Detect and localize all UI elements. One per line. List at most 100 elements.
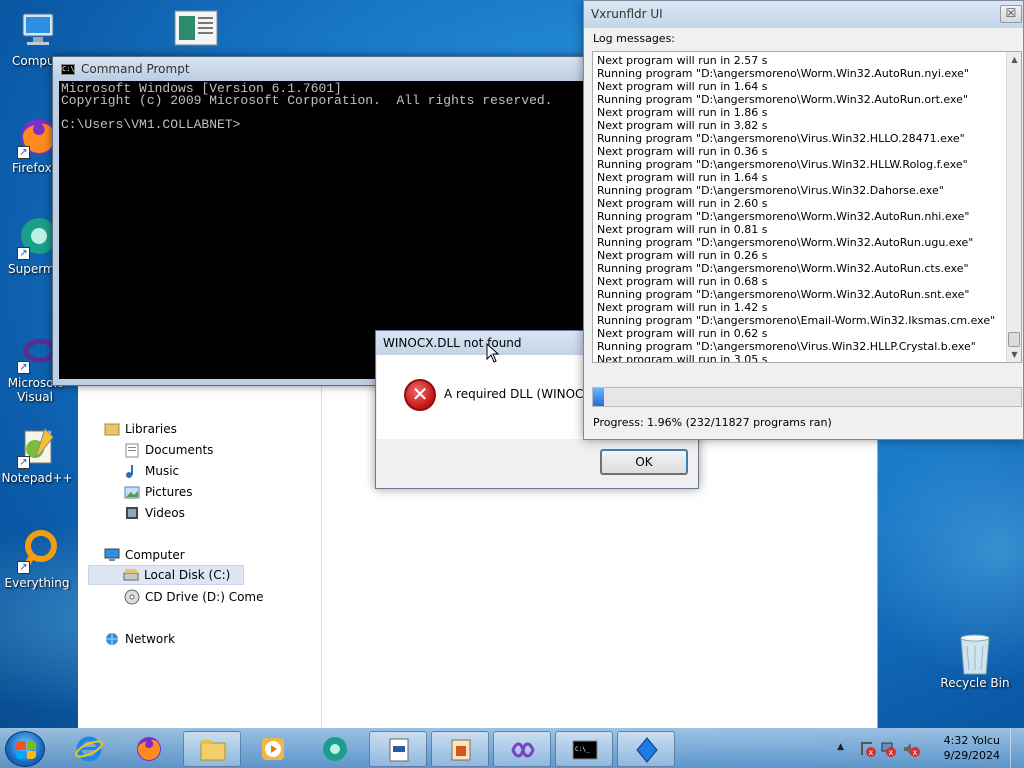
log-line: Running program "D:\angersmoreno\Worm.Wi… (597, 262, 969, 275)
desktop-icon-document[interactable] (174, 10, 218, 56)
desktop-icon-label: Recycle Bin (940, 676, 1010, 690)
nav-item-label: Music (145, 464, 180, 478)
scroll-thumb[interactable] (1008, 332, 1020, 347)
start-button[interactable] (5, 731, 45, 767)
everything-icon: ↗ (15, 530, 59, 574)
vxrunfldr-icon (636, 737, 658, 763)
libraries-icon (104, 421, 120, 437)
svg-text:x: x (913, 748, 918, 757)
log-line: Running program "D:\angersmoreno\Worm.Wi… (597, 93, 969, 106)
log-line: Next program will run in 3.82 s (597, 119, 768, 132)
nav-item-label: Documents (145, 443, 214, 457)
nav-item-network[interactable]: Network (104, 629, 175, 649)
command-prompt-icon: C:\_ (572, 740, 598, 760)
nav-item-label: Pictures (145, 485, 193, 499)
vxrunfldr-titlebar[interactable]: Vxrunfldr UI ☒ (584, 1, 1023, 28)
windows-logo-icon (16, 741, 36, 759)
nav-item-libraries[interactable]: Libraries (104, 419, 177, 439)
log-line: Running program "D:\angersmoreno\Worm.Wi… (597, 210, 970, 223)
nav-item-videos[interactable]: Videos (124, 503, 185, 523)
network-status-icon[interactable]: x (880, 741, 896, 757)
mouse-cursor-icon (486, 343, 500, 363)
taskbar-firefox[interactable] (120, 731, 178, 767)
hard-drive-icon (123, 567, 139, 583)
network-icon (104, 631, 120, 647)
documents-icon (124, 442, 140, 458)
svg-text:C:\_: C:\_ (575, 746, 590, 753)
log-scrollbar[interactable]: ▲ ▼ (1006, 52, 1021, 362)
log-line: Running program "D:\angersmoreno\Worm.Wi… (597, 236, 974, 249)
log-line: Running program "D:\angersmoreno\Worm.Wi… (597, 288, 970, 301)
vxrunfldr-window[interactable]: Vxrunfldr UI ☒ Log messages: Next progra… (583, 0, 1024, 440)
clock-time: 4:32 Yolcu (943, 734, 1000, 747)
log-line: Next program will run in 2.57 s (597, 54, 768, 67)
nav-item-documents[interactable]: Documents (124, 440, 213, 460)
nav-item-label: Computer (125, 548, 185, 562)
explorer-navigation-pane: Libraries Documents Music Pictures Video… (86, 385, 322, 728)
document-viewer-icon (389, 738, 409, 762)
error-icon: ✕ (404, 379, 436, 411)
taskbar-archive-tool[interactable] (431, 731, 489, 767)
taskbar-document-viewer[interactable] (369, 731, 427, 767)
taskbar-command-prompt[interactable]: C:\_ (555, 731, 613, 767)
action-center-icon[interactable]: x (860, 741, 876, 757)
taskbar-file-explorer[interactable] (183, 731, 241, 767)
log-line: Next program will run in 1.42 s (597, 301, 768, 314)
folder-icon (200, 740, 226, 761)
progress-fill (593, 388, 604, 406)
computer-icon (104, 547, 120, 563)
scroll-up-icon[interactable]: ▲ (1007, 52, 1021, 67)
computer-icon (15, 8, 59, 52)
log-line: Next program will run in 1.86 s (597, 106, 768, 119)
volume-muted-icon[interactable]: x (902, 741, 920, 757)
desktop-icon-label: Notepad++ (1, 471, 73, 485)
log-line: Next program will run in 0.81 s (597, 223, 768, 236)
taskbar-clock[interactable]: 4:32 Yolcu 9/29/2024 (944, 733, 1000, 763)
ok-button[interactable]: OK (600, 449, 688, 475)
log-line: Running program "D:\angersmoreno\Email-W… (597, 314, 996, 327)
document-icon (174, 10, 218, 54)
log-line: Next program will run in 0.36 s (597, 145, 768, 158)
command-prompt-titlebar[interactable]: C:\ Command Prompt (53, 57, 611, 81)
log-line: Next program will run in 1.64 s (597, 171, 768, 184)
close-button[interactable]: ☒ (1000, 5, 1022, 23)
svg-text:x: x (869, 748, 874, 757)
nav-item-cd-drive[interactable]: CD Drive (D:) Come (124, 587, 264, 607)
taskbar-visual-studio[interactable] (493, 731, 551, 767)
desktop-icon-notepad-plus-plus[interactable]: ↗ Notepad++ (0, 425, 74, 485)
shortcut-arrow-icon: ↗ (17, 146, 30, 159)
nav-item-computer[interactable]: Computer (104, 545, 185, 565)
nav-item-label: Libraries (125, 422, 177, 436)
taskbar-vxrunfldr[interactable] (617, 731, 675, 767)
desktop-icon-recycle-bin[interactable]: Recycle Bin (938, 630, 1012, 690)
visual-studio-icon (511, 742, 535, 758)
nav-item-label: Videos (145, 506, 185, 520)
supermium-icon (323, 737, 347, 761)
log-line: Running program "D:\angersmoreno\Virus.W… (597, 158, 968, 171)
firefox-icon (137, 737, 161, 761)
nav-item-local-disk[interactable]: Local Disk (C:) (88, 565, 244, 585)
shortcut-arrow-icon: ↗ (17, 456, 30, 469)
taskbar-supermium[interactable] (306, 731, 364, 767)
desktop-icon-label: Supermium (8, 262, 58, 276)
window-title: Vxrunfldr UI (591, 7, 663, 21)
log-line: Running program "D:\angersmoreno\Virus.W… (597, 184, 944, 197)
log-line: Running program "D:\angersmoreno\Virus.W… (597, 132, 965, 145)
nav-item-pictures[interactable]: Pictures (124, 482, 193, 502)
console-prompt: C:\Users\VM1.COLLABNET> (61, 117, 241, 132)
shortcut-arrow-icon: ↗ (17, 561, 30, 574)
log-listbox[interactable]: Next program will run in 2.57 s Running p… (592, 51, 1022, 363)
media-player-icon (262, 738, 284, 760)
show-desktop-button[interactable] (1010, 729, 1024, 768)
taskbar-internet-explorer[interactable] (60, 731, 118, 767)
desktop-icon-everything[interactable]: ↗ Everything (0, 530, 74, 590)
taskbar-media-player[interactable] (244, 731, 302, 767)
scroll-down-icon[interactable]: ▼ (1007, 347, 1021, 362)
show-hidden-icons-icon[interactable]: ▲ (837, 742, 844, 752)
progress-text: Progress: 1.96% (232/11827 programs ran) (593, 416, 832, 429)
pictures-icon (124, 484, 140, 500)
window-title: Command Prompt (81, 62, 190, 76)
log-line: Next program will run in 1.64 s (597, 80, 768, 93)
nav-item-music[interactable]: Music (124, 461, 179, 481)
log-line: Running program "D:\angersmoreno\Worm.Wi… (597, 67, 969, 80)
